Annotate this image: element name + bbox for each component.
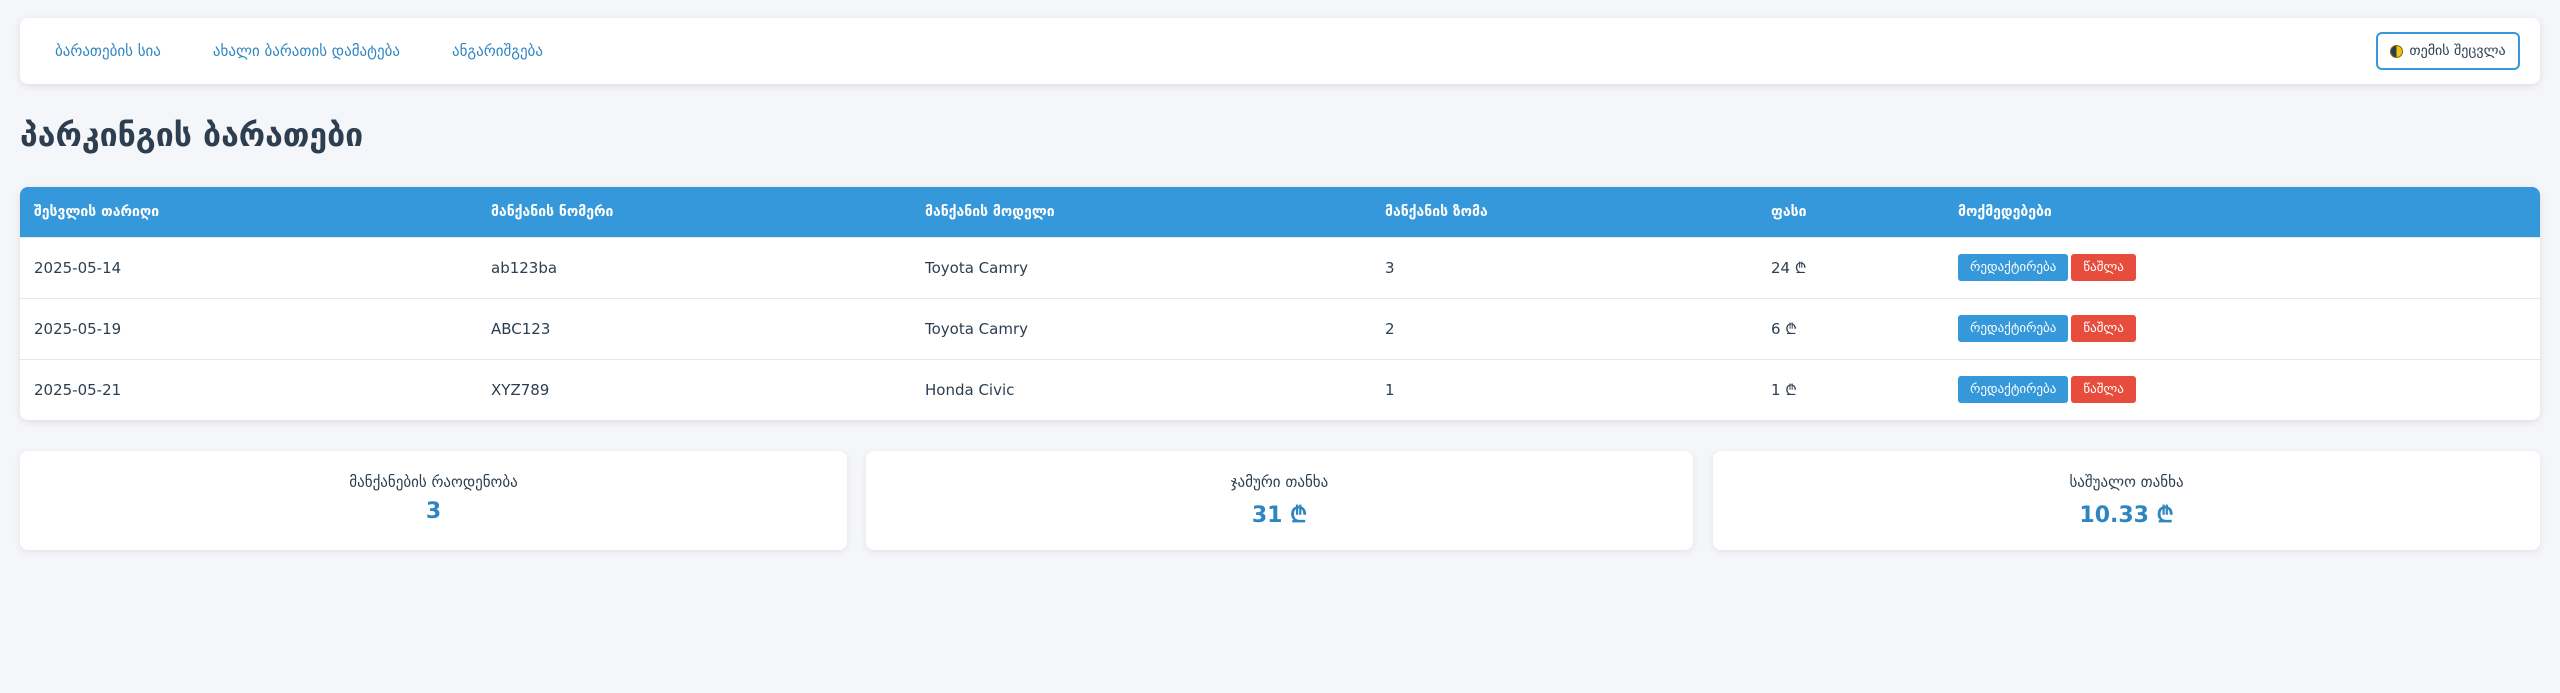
cell-plate: ABC123: [491, 319, 551, 338]
cell-price: 1 ₾: [1771, 380, 1797, 399]
edit-button[interactable]: რედაქტირება: [1958, 376, 2069, 404]
stat-card-car-count: მანქანების რაოდენობა 3: [20, 451, 847, 550]
page-title: პარკინგის ბარათები: [20, 116, 364, 154]
header-entry-date: შესვლის თარიღი: [34, 203, 160, 220]
stat-value: 31 ₾: [1251, 503, 1308, 528]
cell-size: 2: [1385, 319, 1395, 338]
table-row: 2025-05-19 ABC123 Toyota Camry 2 6 ₾ რედ…: [20, 298, 2540, 359]
header-plate: მანქანის ნომერი: [491, 203, 614, 220]
theme-toggle-label: თემის შეცვლა: [2409, 43, 2506, 59]
cell-plate: ab123ba: [491, 258, 558, 277]
header-actions: მოქმედებები: [1958, 203, 2052, 220]
stat-card-average-amount: საშუალო თანხა 10.33 ₾: [1713, 451, 2540, 550]
header-model: მანქანის მოდელი: [925, 203, 1055, 220]
cell-actions: რედაქტირება წაშლა: [1944, 237, 2540, 298]
nav-link-report[interactable]: ანგარიშგება: [452, 42, 543, 60]
parking-cards-table: შესვლის თარიღი მანქანის ნომერი მანქანის …: [20, 187, 2540, 420]
cell-price: 24 ₾: [1771, 258, 1807, 277]
edit-button[interactable]: რედაქტირება: [1958, 254, 2069, 281]
delete-button[interactable]: წაშლა: [2071, 315, 2136, 342]
stat-card-total-amount: ჯამური თანხა 31 ₾: [866, 451, 1693, 550]
cell-plate: XYZ789: [491, 380, 550, 399]
cell-model: Toyota Camry: [925, 258, 1029, 277]
cell-date: 2025-05-21: [34, 380, 122, 399]
cell-model: Toyota Camry: [925, 319, 1029, 338]
cell-actions: რედაქტირება წაშლა: [1944, 359, 2540, 420]
cell-date: 2025-05-14: [34, 258, 122, 277]
table-row: 2025-05-14 ab123ba Toyota Camry 3 24 ₾ რ…: [20, 237, 2540, 298]
delete-button[interactable]: წაშლა: [2071, 376, 2136, 404]
stat-value: 3: [425, 499, 442, 524]
delete-button[interactable]: წაშლა: [2071, 254, 2136, 281]
stat-label: ჯამური თანხა: [1230, 473, 1329, 491]
cell-size: 1: [1385, 380, 1395, 399]
stat-label: საშუალო თანხა: [2069, 473, 2184, 491]
half-moon-icon: [2390, 44, 2404, 58]
cell-model: Honda Civic: [925, 380, 1015, 399]
cell-price: 6 ₾: [1771, 319, 1797, 338]
header-price: ფასი: [1771, 203, 1807, 220]
nav-link-card-list[interactable]: ბარათების სია: [55, 42, 161, 60]
edit-button[interactable]: რედაქტირება: [1958, 315, 2069, 342]
nav-link-add-card[interactable]: ახალი ბარათის დამატება: [213, 42, 400, 60]
table-row: 2025-05-21 XYZ789 Honda Civic 1 1 ₾ რედა…: [20, 359, 2540, 420]
cell-date: 2025-05-19: [34, 319, 122, 338]
header-size: მანქანის ზომა: [1385, 203, 1488, 220]
cell-size: 3: [1385, 258, 1395, 277]
theme-toggle-button[interactable]: თემის შეცვლა: [2376, 32, 2520, 70]
top-navbar: ბარათების სია ახალი ბარათის დამატება ანგ…: [20, 18, 2540, 84]
stat-label: მანქანების რაოდენობა: [349, 473, 518, 491]
stat-value: 10.33 ₾: [2079, 503, 2174, 528]
cell-actions: რედაქტირება წაშლა: [1944, 298, 2540, 359]
table-header-row: შესვლის თარიღი მანქანის ნომერი მანქანის …: [20, 187, 2540, 237]
